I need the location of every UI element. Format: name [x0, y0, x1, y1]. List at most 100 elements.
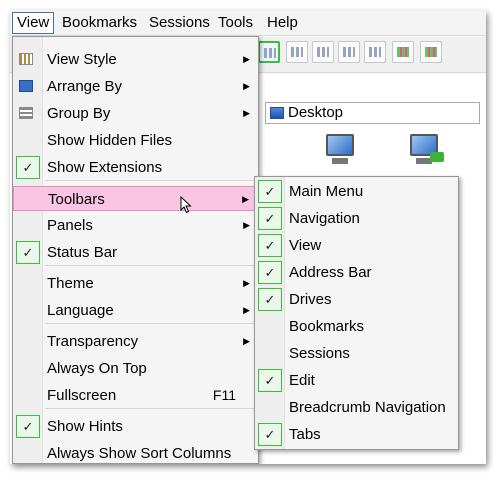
view-menu: View Style ▶ Arrange By ▶ Group By ▶ Show Hidd… — [12, 36, 259, 464]
extra-view-icon — [425, 47, 437, 57]
arrange-icon — [19, 80, 33, 92]
submenu-arrow-icon: ▶ — [243, 305, 250, 315]
toolbars-item-view[interactable]: ✓ View — [255, 233, 458, 258]
toolbars-item-edit[interactable]: ✓ Edit — [255, 368, 458, 393]
menu-bookmarks[interactable]: Bookmarks — [58, 12, 141, 34]
toolbars-item-bookmarks[interactable]: Bookmarks — [255, 314, 458, 339]
submenu-arrow-icon: ▶ — [243, 336, 250, 346]
computer-icon[interactable] — [320, 132, 360, 168]
view-menu-item-fullscreen[interactable]: Fullscreen F11 — [13, 383, 258, 408]
checkmark-icon: ✓ — [16, 415, 40, 438]
view-style-button-details[interactable] — [364, 41, 386, 63]
submenu-arrow-icon: ▶ — [242, 194, 249, 204]
menu-item-label: Transparency — [47, 333, 139, 350]
menu-item-label: Arrange By — [47, 78, 123, 95]
toolbars-item-address-bar[interactable]: ✓ Address Bar — [255, 260, 458, 285]
groups-icon — [397, 47, 409, 57]
view-style-button-list[interactable] — [338, 41, 360, 63]
toolbars-item-breadcrumb-navigation[interactable]: Breadcrumb Navigation — [255, 395, 458, 420]
menu-item-label: Panels — [47, 217, 93, 234]
checkmark-icon: ✓ — [16, 156, 40, 179]
checkmark-icon: ✓ — [258, 207, 282, 230]
toolbars-item-tabs[interactable]: ✓ Tabs — [255, 422, 458, 447]
view-style-button-icons[interactable] — [312, 41, 334, 63]
view-style-button-thumbnails[interactable] — [258, 41, 280, 63]
menu-separator — [45, 180, 254, 181]
menu-item-label: View Style — [47, 51, 117, 68]
address-bar[interactable]: Desktop — [265, 102, 480, 124]
application-window: View Bookmarks Sessions Tools Help Deskt… — [10, 10, 486, 464]
menu-item-label: Status Bar — [47, 244, 118, 261]
group-icon — [19, 107, 33, 119]
menu-item-label: View — [289, 237, 322, 254]
view-menu-item-arrange-by[interactable]: Arrange By ▶ — [13, 74, 258, 99]
menu-help[interactable]: Help — [263, 12, 302, 34]
checkmark-icon: ✓ — [258, 369, 282, 392]
view-style-button-tiles[interactable] — [286, 41, 308, 63]
view-style-button-extra[interactable] — [420, 41, 442, 63]
menu-item-label: Show Hints — [47, 418, 123, 435]
view-menu-item-status-bar[interactable]: ✓ Status Bar — [13, 240, 258, 265]
icons-icon — [317, 47, 329, 57]
menu-sessions[interactable]: Sessions — [145, 12, 214, 34]
submenu-arrow-icon: ▶ — [243, 220, 250, 230]
menu-separator — [45, 323, 254, 324]
checkmark-icon: ✓ — [258, 261, 282, 284]
toolbars-submenu: ✓ Main Menu ✓ Navigation ✓ View ✓ Address Bar ✓ D… — [254, 176, 459, 450]
menu-item-label: Sessions — [289, 345, 350, 362]
toolbars-item-drives[interactable]: ✓ Drives — [255, 287, 458, 312]
checkmark-icon: ✓ — [258, 288, 282, 311]
view-menu-item-show-hidden-files[interactable]: Show Hidden Files — [13, 128, 258, 153]
menu-item-label: Theme — [47, 275, 94, 292]
network-icon[interactable] — [404, 132, 444, 168]
menu-view[interactable]: View — [12, 12, 55, 34]
menu-item-label: Navigation — [289, 210, 360, 227]
checkmark-icon: ✓ — [258, 423, 282, 446]
view-menu-item-theme[interactable]: Theme ▶ — [13, 271, 258, 296]
view-menu-item-always-show-sort-columns[interactable]: Always Show Sort Columns — [13, 441, 258, 464]
view-menu-item-always-on-top[interactable]: Always On Top — [13, 356, 258, 381]
toolbars-item-sessions[interactable]: Sessions — [255, 341, 458, 366]
details-icon — [369, 47, 381, 57]
view-menu-item-toolbars[interactable]: Toolbars ▶ — [13, 186, 258, 211]
menu-item-label: Bookmarks — [289, 318, 365, 335]
menu-item-label: Drives — [289, 291, 332, 308]
menu-item-label: Main Menu — [289, 183, 364, 200]
submenu-arrow-icon: ▶ — [243, 54, 250, 64]
shortcut-label: F11 — [212, 387, 236, 403]
view-menu-item-view-style[interactable]: View Style ▶ — [13, 47, 258, 72]
view-menu-item-show-hints[interactable]: ✓ Show Hints — [13, 414, 258, 439]
menu-tools[interactable]: Tools — [214, 12, 257, 34]
submenu-arrow-icon: ▶ — [243, 278, 250, 288]
menu-item-label: Language — [47, 302, 114, 319]
desktop-icon — [270, 107, 284, 119]
menu-separator — [45, 408, 254, 409]
menu-item-label: Show Hidden Files — [47, 132, 173, 149]
thumbnails-icon — [264, 48, 276, 58]
menu-separator — [45, 265, 254, 266]
menu-item-label: Toolbars — [48, 191, 105, 208]
view-menu-item-transparency[interactable]: Transparency ▶ — [13, 329, 258, 354]
address-text: Desktop — [288, 104, 344, 121]
mouse-cursor-icon — [180, 196, 192, 214]
view-menu-item-panels[interactable]: Panels ▶ — [13, 213, 258, 238]
view-style-icon — [19, 53, 33, 65]
view-menu-item-language[interactable]: Language ▶ — [13, 298, 258, 323]
menu-item-label: Edit — [289, 372, 315, 389]
view-menu-item-group-by[interactable]: Group By ▶ — [13, 101, 258, 126]
menu-bar: View Bookmarks Sessions Tools Help — [10, 10, 486, 36]
submenu-arrow-icon: ▶ — [243, 81, 250, 91]
checkmark-icon: ✓ — [16, 241, 40, 264]
menu-item-label: Always Show Sort Columns — [47, 445, 232, 462]
menu-item-label: Group By — [47, 105, 111, 122]
toolbars-item-navigation[interactable]: ✓ Navigation — [255, 206, 458, 231]
toolbars-item-main-menu[interactable]: ✓ Main Menu — [255, 179, 458, 204]
view-menu-item-show-extensions[interactable]: ✓ Show Extensions — [13, 155, 258, 180]
menu-item-label: Show Extensions — [47, 159, 163, 176]
menu-item-label: Address Bar — [289, 264, 372, 281]
checkmark-icon: ✓ — [258, 180, 282, 203]
submenu-arrow-icon: ▶ — [243, 108, 250, 118]
checkmark-icon: ✓ — [258, 234, 282, 257]
view-style-button-groups[interactable] — [392, 41, 414, 63]
menu-item-label: Tabs — [289, 426, 321, 443]
